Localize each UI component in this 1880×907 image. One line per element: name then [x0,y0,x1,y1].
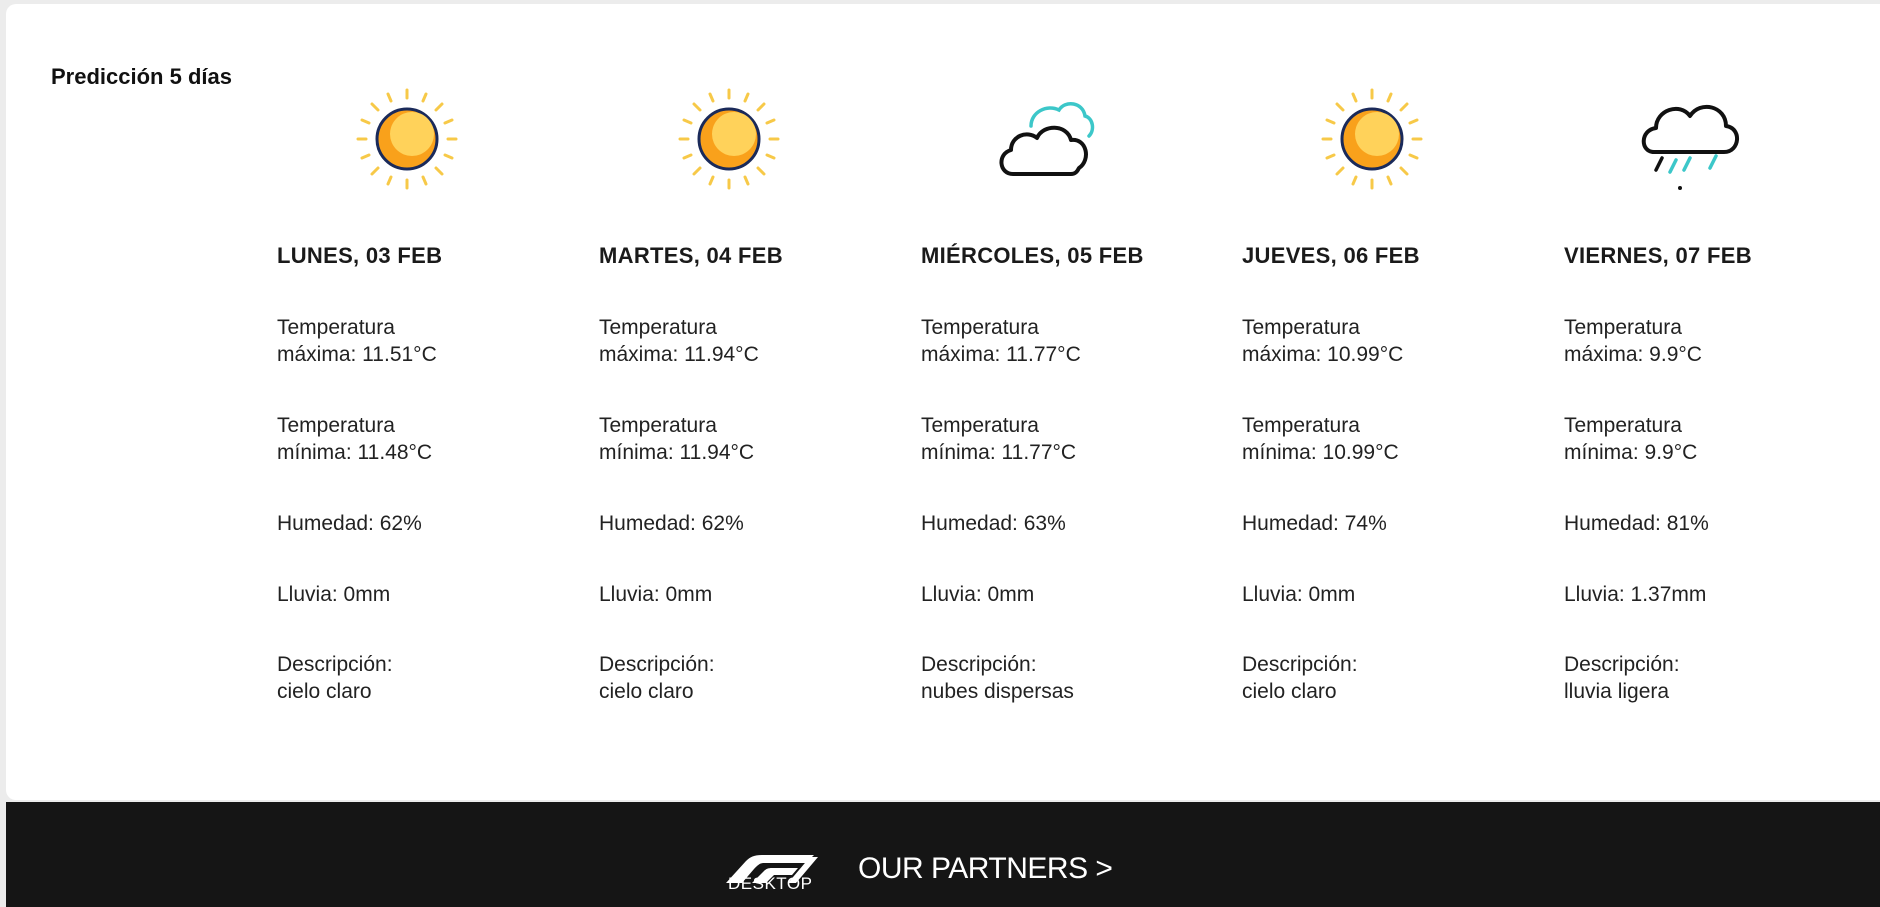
section-title: Predicción 5 días [51,64,232,89]
forecast-card: Predicción 5 días LUNES, 03 FEB Temperat… [6,4,1880,800]
rain-cloud-icon [1634,84,1744,204]
rain: Lluvia: 0mm [921,583,1035,606]
our-partners-link[interactable]: OUR PARTNERS > [858,852,1113,886]
description: Descripción: cielo claro [1242,653,1358,703]
description: Descripción: lluvia ligera [1564,653,1680,703]
max-temp: Temperatura máxima: 11.51°C [277,316,437,366]
min-temp: Temperatura mínima: 11.77°C [921,414,1077,464]
weather-page: Predicción 5 días LUNES, 03 FEB Temperat… [0,0,1880,907]
max-temp: Temperatura máxima: 10.99°C [1242,316,1404,366]
humidity: Humedad: 81% [1564,512,1709,535]
rain: Lluvia: 0mm [1242,583,1356,606]
day-date: JUEVES, 06 FEB [1242,243,1420,268]
sun-icon [1317,84,1427,204]
day-date: MIÉRCOLES, 05 FEB [921,243,1144,268]
sun-icon [674,84,784,204]
min-temp: Temperatura mínima: 9.9°C [1564,414,1698,464]
humidity: Humedad: 62% [599,512,744,535]
description: Descripción: cielo claro [277,653,393,703]
max-temp: Temperatura máxima: 11.77°C [921,316,1081,366]
max-temp: Temperatura máxima: 9.9°C [1564,316,1702,366]
min-temp: Temperatura mínima: 10.99°C [1242,414,1399,464]
min-temp: Temperatura mínima: 11.94°C [599,414,755,464]
day-date: VIERNES, 07 FEB [1564,243,1752,268]
humidity: Humedad: 63% [921,512,1066,535]
humidity: Humedad: 74% [1242,512,1387,535]
rain: Lluvia: 1.37mm [1564,583,1707,606]
description: Descripción: cielo claro [599,653,715,703]
rain: Lluvia: 0mm [599,583,713,606]
day-date: LUNES, 03 FEB [277,243,443,268]
description: Descripción: nubes dispersas [921,653,1074,703]
cloud-icon [991,84,1101,204]
max-temp: Temperatura máxima: 11.94°C [599,316,759,366]
rain: Lluvia: 0mm [277,583,391,606]
sun-icon [352,84,462,204]
day-date: MARTES, 04 FEB [599,243,783,268]
footer-logo-text: DESKTOP [728,874,813,893]
humidity: Humedad: 62% [277,512,422,535]
min-temp: Temperatura mínima: 11.48°C [277,414,433,464]
